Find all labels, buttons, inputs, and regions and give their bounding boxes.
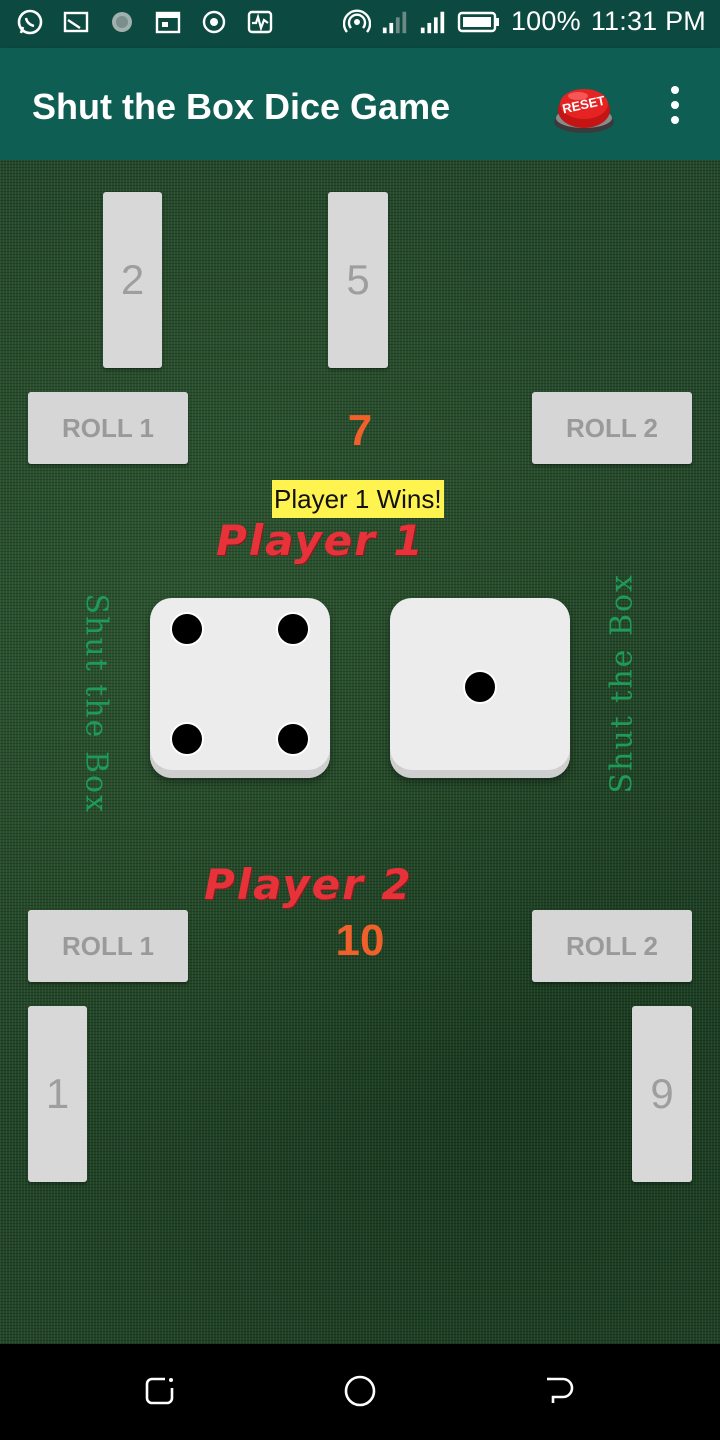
signal-icon: [381, 8, 409, 36]
player1-tile-2[interactable]: 2: [103, 192, 162, 368]
die-pip: [170, 722, 204, 756]
navigation-bar: [0, 1344, 720, 1440]
recents-icon[interactable]: [143, 1374, 177, 1408]
app-bar: Shut the Box Dice Game RESET: [0, 48, 720, 160]
side-text-left: Shut the Box: [78, 593, 114, 814]
battery-icon: [457, 8, 501, 36]
player2-roll1-button[interactable]: ROLL 1: [28, 910, 188, 982]
back-icon[interactable]: [543, 1374, 577, 1408]
hotspot-icon: [342, 8, 371, 36]
win-message: Player 1 Wins!: [272, 480, 444, 518]
player1-label: Player 1: [216, 516, 425, 565]
game-board: 2 5 ROLL 1 ROLL 2 7 Player 1 Wins! Playe…: [0, 160, 720, 1344]
die-2[interactable]: [390, 598, 570, 778]
cast-icon: [62, 8, 90, 36]
calendar-icon: [154, 8, 182, 36]
player2-roll2-button[interactable]: ROLL 2: [532, 910, 692, 982]
player1-tile-5[interactable]: 5: [328, 192, 388, 368]
more-options-icon[interactable]: [660, 82, 690, 128]
status-bar: 100% 11:31 PM: [0, 0, 720, 48]
player2-tile-9[interactable]: 9: [632, 1006, 692, 1182]
activity-icon: [246, 8, 274, 36]
side-text-right: Shut the Box: [604, 573, 640, 794]
whatsapp-icon: [16, 8, 44, 36]
die-pip: [170, 612, 204, 646]
player1-roll1-button[interactable]: ROLL 1: [28, 392, 188, 464]
record-icon: [200, 8, 228, 36]
die-1[interactable]: [150, 598, 330, 778]
player2-tile-1[interactable]: 1: [28, 1006, 87, 1182]
die-pip: [276, 722, 310, 756]
reset-button[interactable]: RESET: [550, 76, 618, 136]
app-title: Shut the Box Dice Game: [32, 86, 451, 127]
battery-percent: 100%: [510, 6, 581, 36]
die-pip: [463, 670, 497, 704]
sphere-icon: [108, 8, 136, 36]
player2-score: 10: [335, 916, 385, 965]
clock: 11:31 PM: [590, 6, 706, 36]
home-icon[interactable]: [343, 1374, 377, 1408]
die-pip: [276, 612, 310, 646]
player2-label: Player 2: [204, 860, 413, 909]
signal-icon: [419, 8, 447, 36]
player1-score: 7: [347, 406, 373, 455]
player1-roll2-button[interactable]: ROLL 2: [532, 392, 692, 464]
